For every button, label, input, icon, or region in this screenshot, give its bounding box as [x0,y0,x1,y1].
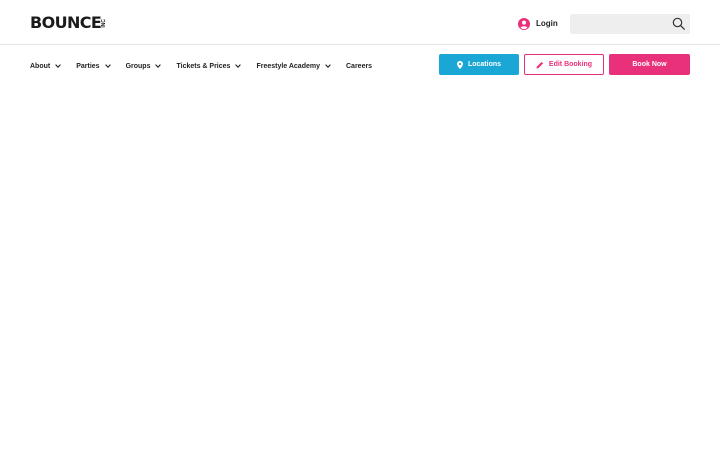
search-box [570,14,690,34]
nav-item-parties[interactable]: Parties [76,62,111,70]
nav-item-groups[interactable]: Groups [126,63,162,70]
top-bar: BOUNCE INC Login [0,0,720,45]
edit-booking-label: Edit Booking [548,61,593,68]
edit-booking-button[interactable]: Edit Booking [524,54,604,75]
user-circle-icon [518,17,530,30]
chevron-down-icon [104,64,111,68]
nav-label: Careers [346,62,373,70]
nav-label: Parties [76,62,100,70]
chevron-down-icon [155,64,162,68]
nav-label: Tickets & Prices [176,62,231,70]
bounce-logo[interactable]: BOUNCE INC [30,14,107,32]
logo-text: BOUNCE [30,13,102,32]
chevron-down-icon [325,64,331,68]
main-nav: About Parties Groups Tickets & Prices Fr… [30,60,387,72]
book-now-label: Book Now [632,61,667,68]
login-label: Login [536,19,558,28]
nav-item-about[interactable]: About [30,62,62,70]
search-icon[interactable] [672,17,685,30]
nav-item-freestyle-academy[interactable]: Freestyle Academy [256,63,331,70]
nav-item-careers[interactable]: Careers [346,63,372,70]
nav-label: About [30,62,51,70]
nav-item-tickets-prices[interactable]: Tickets & Prices [176,62,242,70]
nav-label: Groups [125,62,151,70]
pencil-icon [536,61,544,68]
nav-label: Freestyle Academy [256,62,320,70]
chevron-down-icon [235,64,242,68]
locations-label: Locations [467,61,502,68]
logo-suffix: INC [101,18,108,28]
map-pin-icon [456,60,463,69]
book-now-button[interactable]: Book Now [609,54,690,75]
search-input[interactable] [570,14,670,34]
locations-button[interactable]: Locations [439,54,519,75]
login-link[interactable]: Login [518,17,558,30]
chevron-down-icon [55,64,62,68]
